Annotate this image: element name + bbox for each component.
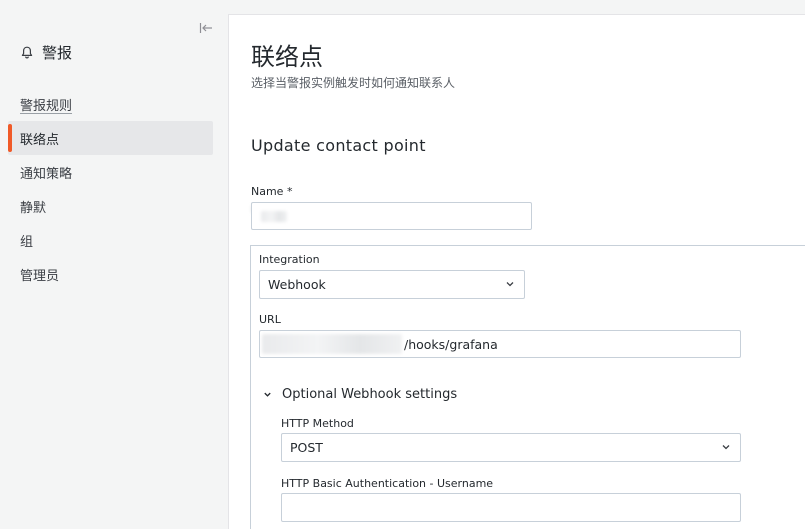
collapse-left-icon [199,23,212,33]
chevron-down-icon [506,282,514,287]
integration-value: Webhook [268,277,326,292]
page-title: 联络点 [251,43,323,71]
sidebar-item-groups[interactable]: 组 [8,223,213,257]
sidebar-item-label: 组 [20,234,34,250]
name-field[interactable] [251,202,532,230]
sidebar-item-label: 通知策略 [20,166,73,182]
sidebar-header: 警报 [20,42,72,63]
sidebar-item-label: 静默 [20,200,47,216]
redacted-url-prefix [262,334,402,354]
basic-auth-username-label: HTTP Basic Authentication - Username [281,477,494,490]
sidebar-item-silences[interactable]: 静默 [8,189,213,223]
sidebar: 警报 警报规则 联络点 通知策略 静默 组 管理员 [0,14,227,529]
basic-auth-username-field[interactable] [281,493,741,522]
sidebar-item-contact-points[interactable]: 联络点 [8,121,213,155]
url-value: /hooks/grafana [404,336,498,352]
chevron-down-icon [264,392,271,397]
sidebar-item-notification-policies[interactable]: 通知策略 [8,155,213,189]
sidebar-item-alert-rules[interactable]: 警报规则 [8,87,213,121]
integration-label: Integration [259,253,320,266]
url-label: URL [259,313,281,326]
name-label: Name * [251,185,293,198]
http-method-value: POST [290,440,323,455]
section-title: Update contact point [251,136,426,155]
main-content: 联络点 选择当警报实例触发时如何通知联系人 Update contact poi… [228,14,805,529]
collapse-sidebar-button[interactable] [197,20,215,36]
top-bar [0,0,805,14]
chevron-down-icon [722,445,730,450]
page-subtitle: 选择当警报实例触发时如何通知联系人 [251,76,456,90]
sidebar-nav: 警报规则 联络点 通知策略 静默 组 管理员 [8,87,213,291]
bell-icon [20,46,34,60]
sidebar-item-admin[interactable]: 管理员 [8,257,213,291]
sidebar-item-label: 联络点 [20,132,60,148]
optional-settings-label: Optional Webhook settings [282,387,458,402]
optional-settings-toggle[interactable]: Optional Webhook settings [263,387,457,402]
http-method-label: HTTP Method [281,417,354,430]
url-field[interactable]: /hooks/grafana [259,330,741,358]
sidebar-title: 警报 [42,44,73,62]
sidebar-item-label: 管理员 [20,268,60,284]
integration-select[interactable]: Webhook [259,270,525,299]
sidebar-item-label: 警报规则 [20,98,73,114]
redacted-name-value [261,210,287,222]
http-method-select[interactable]: POST [281,433,741,462]
